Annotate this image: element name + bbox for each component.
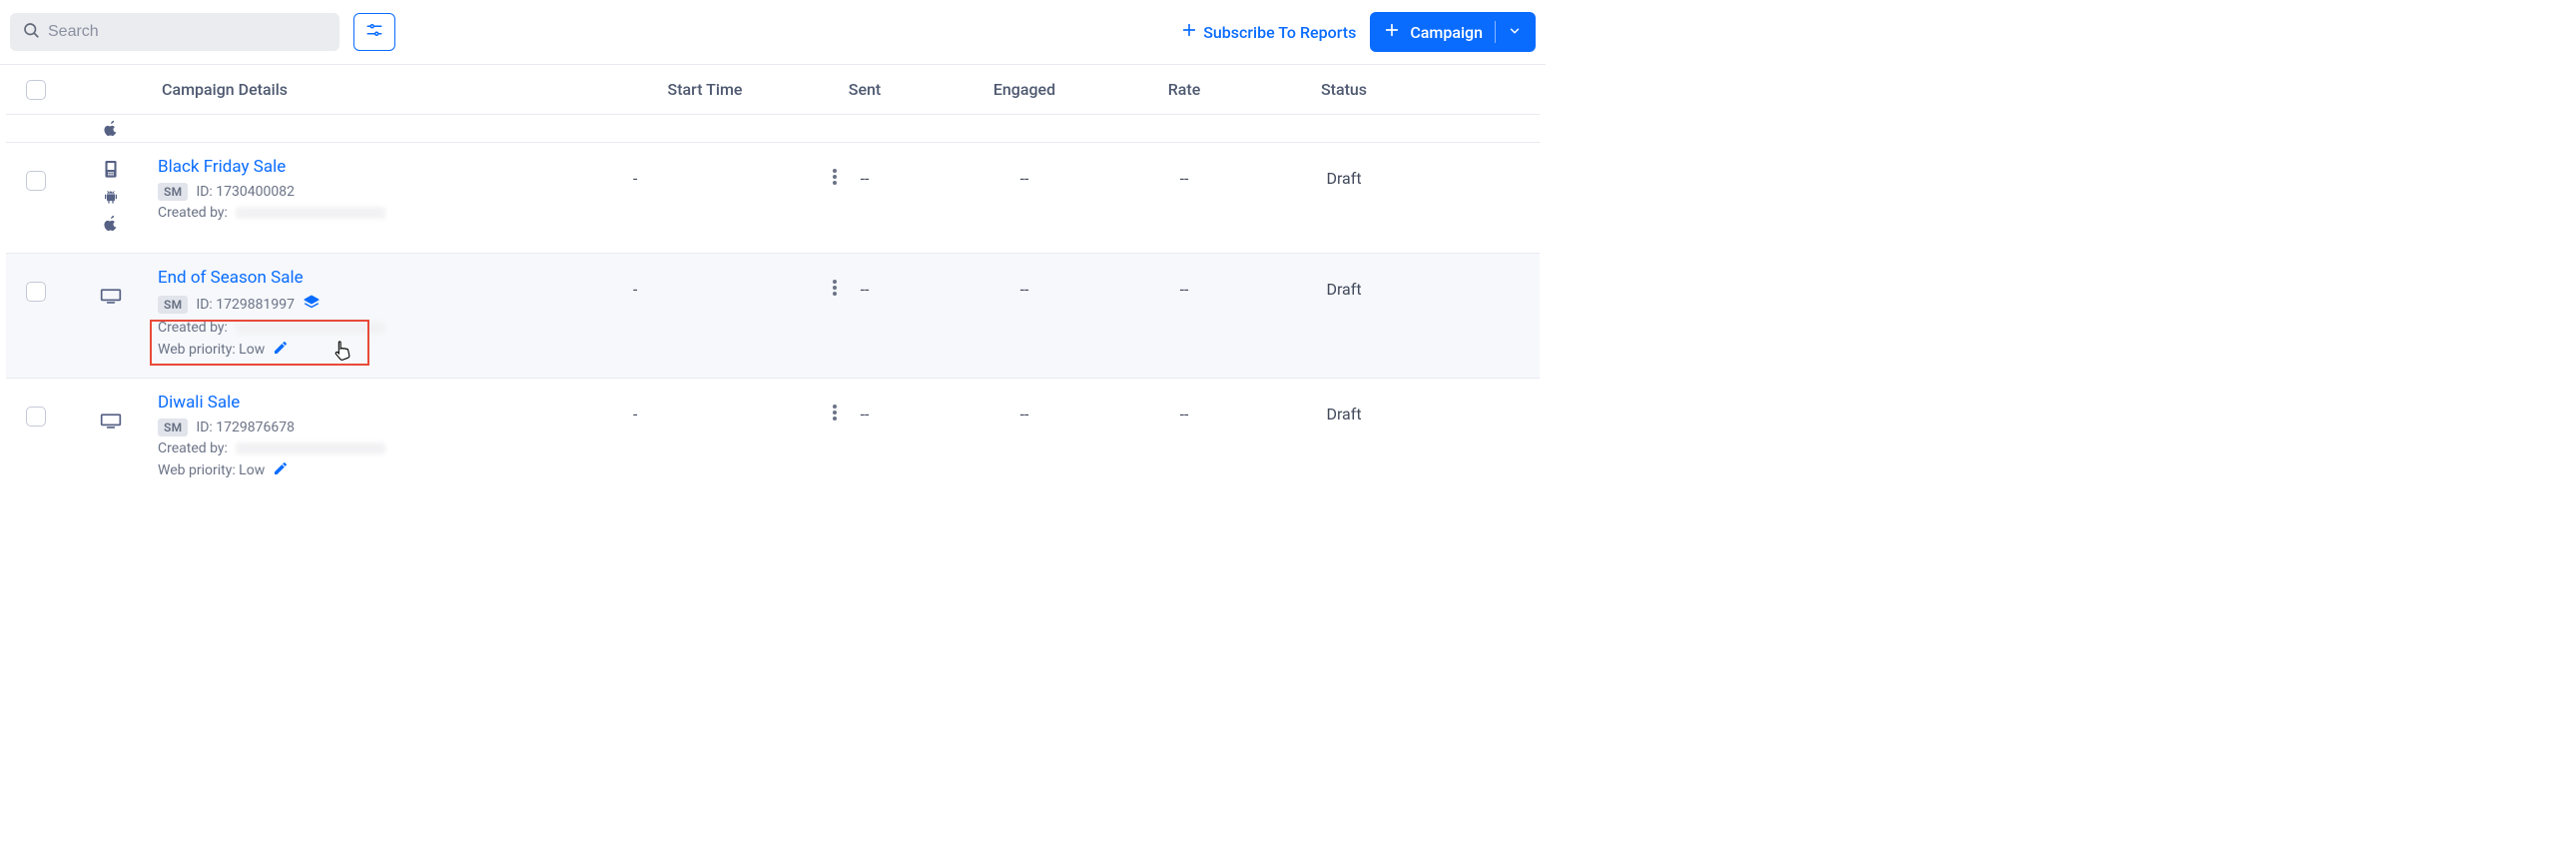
cell-rate: -- xyxy=(1104,268,1264,360)
apple-icon xyxy=(103,215,119,235)
plus-icon xyxy=(1181,22,1197,42)
cell-status: Draft xyxy=(1264,268,1424,360)
divider xyxy=(1495,21,1496,43)
cell-start: - xyxy=(625,268,785,360)
web-priority-label: Web priority: Low xyxy=(158,342,265,358)
row-checkbox[interactable] xyxy=(26,171,46,191)
cell-status: Draft xyxy=(1264,157,1424,235)
col-start: Start Time xyxy=(625,80,785,99)
android-icon xyxy=(103,189,119,209)
cell-rate: -- xyxy=(1104,393,1264,480)
col-status: Status xyxy=(1264,80,1424,99)
cell-start: - xyxy=(625,157,785,235)
col-engaged: Engaged xyxy=(945,80,1104,99)
sm-chip: SM xyxy=(158,296,188,314)
campaign-name-link[interactable]: Diwali Sale xyxy=(158,393,240,413)
row-menu-button[interactable] xyxy=(833,280,837,300)
web-icon xyxy=(100,413,122,434)
chevron-down-icon xyxy=(1508,23,1522,42)
row-checkbox[interactable] xyxy=(26,407,46,427)
campaign-dropdown-toggle[interactable] xyxy=(1508,23,1522,42)
campaign-button-label: Campaign xyxy=(1410,23,1483,42)
cell-sent: -- xyxy=(785,393,945,480)
cell-sent: -- xyxy=(785,268,945,360)
campaign-name-link[interactable]: End of Season Sale xyxy=(158,268,304,288)
row-checkbox[interactable] xyxy=(26,282,46,302)
campaign-id: ID: 1730400082 xyxy=(196,184,295,200)
edit-priority-button[interactable] xyxy=(273,460,289,480)
cell-rate: -- xyxy=(1104,157,1264,235)
web-priority-label: Web priority: Low xyxy=(158,462,265,478)
created-by-label: Created by: xyxy=(158,320,228,336)
cell-engaged: -- xyxy=(945,393,1104,480)
col-details: Campaign Details xyxy=(156,80,625,99)
sliders-icon xyxy=(365,21,383,43)
campaign-id: ID: 1729881997 xyxy=(196,297,295,313)
apple-icon xyxy=(66,120,156,136)
redacted-text xyxy=(236,322,385,334)
redacted-text xyxy=(236,207,385,219)
table-header: Campaign Details Start Time Sent Engaged… xyxy=(6,65,1540,115)
sm-chip: SM xyxy=(158,419,188,436)
created-by-label: Created by: xyxy=(158,440,228,456)
campaign-id: ID: 1729876678 xyxy=(196,420,295,435)
col-rate: Rate xyxy=(1104,80,1264,99)
kaios-icon xyxy=(104,161,118,183)
cell-status: Draft xyxy=(1264,393,1424,480)
cell-start: - xyxy=(625,393,785,480)
cell-engaged: -- xyxy=(945,268,1104,360)
subscribe-reports-button[interactable]: Subscribe To Reports xyxy=(1181,22,1356,42)
web-icon xyxy=(100,288,122,310)
cell-engaged: -- xyxy=(945,157,1104,235)
table-row: End of Season Sale SM ID: 1729881997 Cre… xyxy=(6,254,1540,379)
edit-priority-button[interactable] xyxy=(273,340,289,360)
row-menu-button[interactable] xyxy=(833,169,837,189)
table-row: Diwali Sale SM ID: 1729876678 Created by… xyxy=(6,379,1540,498)
table-row: Black Friday Sale SM ID: 1730400082 Crea… xyxy=(6,143,1540,254)
select-all-checkbox[interactable] xyxy=(26,80,46,100)
cell-sent: -- xyxy=(785,157,945,235)
filter-button[interactable] xyxy=(353,13,395,51)
created-by-label: Created by: xyxy=(158,205,228,221)
campaign-name-link[interactable]: Black Friday Sale xyxy=(158,157,286,177)
search-input-wrap[interactable] xyxy=(10,13,339,51)
layers-icon xyxy=(303,294,321,316)
toolbar: Subscribe To Reports Campaign xyxy=(0,0,1546,65)
row-menu-button[interactable] xyxy=(833,405,837,425)
subscribe-label: Subscribe To Reports xyxy=(1203,23,1356,42)
col-sent: Sent xyxy=(785,80,945,99)
search-icon xyxy=(22,21,40,43)
redacted-text xyxy=(236,442,385,454)
plus-icon xyxy=(1384,22,1400,42)
sm-chip: SM xyxy=(158,183,188,201)
table-row-peek xyxy=(6,115,1540,143)
search-input[interactable] xyxy=(48,23,327,41)
new-campaign-button[interactable]: Campaign xyxy=(1370,12,1536,52)
